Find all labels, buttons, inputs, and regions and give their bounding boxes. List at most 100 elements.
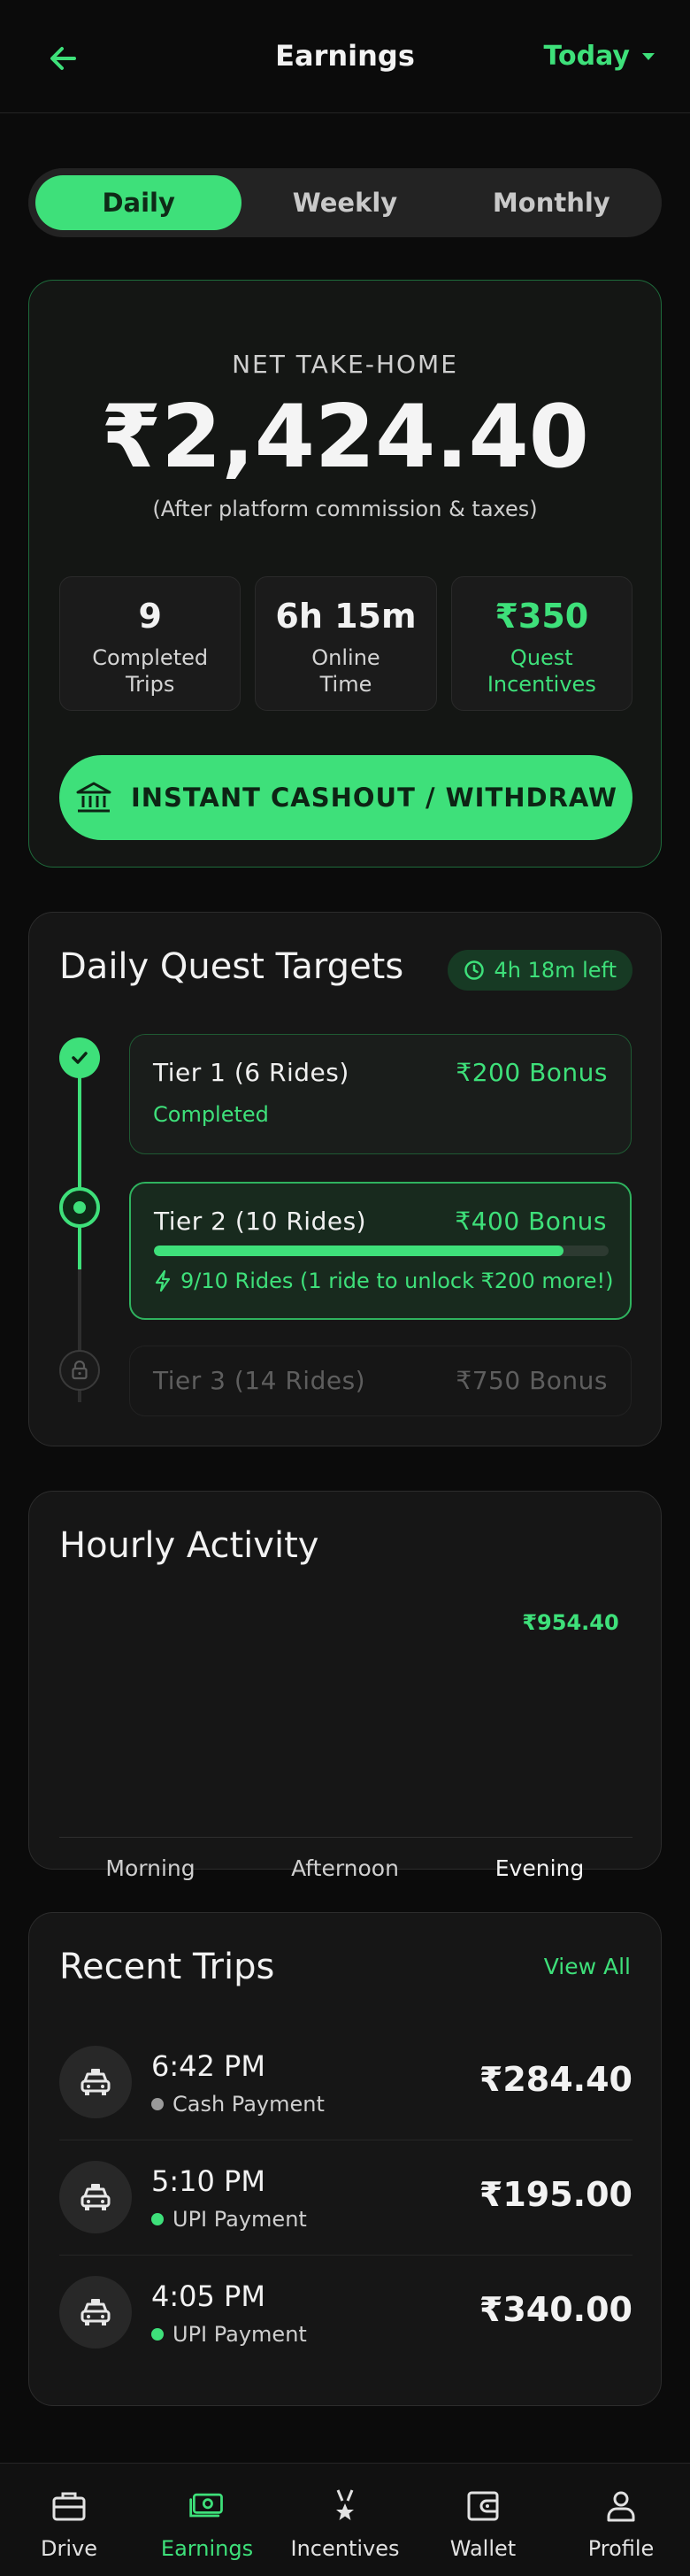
taxi-icon	[59, 2276, 132, 2348]
wallet-icon	[464, 2487, 502, 2526]
tier-name: Tier 2 (10 Rides)	[154, 1207, 367, 1236]
stat-label: Online Time	[256, 644, 435, 698]
payment-method: Cash Payment	[172, 2092, 325, 2117]
tier-bonus: ₹400 Bonus	[455, 1207, 607, 1236]
view-all-link[interactable]: View All	[544, 1954, 631, 1979]
timeline-progress-line	[78, 1071, 81, 1269]
trip-payment: UPI Payment	[151, 2207, 307, 2232]
stat-value: ₹350	[494, 597, 589, 636]
tier-bonus: ₹200 Bonus	[456, 1058, 608, 1087]
hourly-activity-card: Hourly Activity ₹954.40	[28, 1491, 662, 1870]
nav-label: Earnings	[160, 2536, 254, 2561]
summary-stats: 9 Completed Trips 6h 15m Online Time ₹35…	[59, 576, 632, 711]
chevron-down-icon	[642, 52, 655, 60]
trips-title: Recent Trips	[59, 1947, 275, 1987]
nav-label: Profile	[587, 2536, 655, 2561]
medal-icon	[326, 2487, 364, 2526]
tab-daily[interactable]: Daily	[35, 175, 242, 230]
trip-amount: ₹195.00	[479, 2175, 632, 2214]
period-tabs: Daily Weekly Monthly	[28, 168, 662, 237]
tier-status: Completed	[153, 1102, 269, 1127]
tier3-node	[59, 1350, 100, 1391]
hourly-title: Hourly Activity	[59, 1525, 319, 1566]
profile-icon	[602, 2487, 640, 2526]
nav-profile[interactable]: Profile	[552, 2464, 690, 2576]
hour-label-evening: Evening	[494, 1855, 585, 1881]
bank-icon	[76, 782, 111, 813]
bottom-nav: Drive Earnings Incentives Wallet Profile	[0, 2463, 690, 2576]
tier-name: Tier 3 (14 Rides)	[153, 1366, 366, 1395]
trip-time: 5:10 PM	[151, 2164, 265, 2198]
stat-label-line: Incentives	[487, 672, 596, 697]
tier-progress-bar	[154, 1246, 609, 1256]
payment-status-dot	[151, 2213, 164, 2225]
summary-label: NET TAKE-HOME	[232, 350, 458, 379]
payment-method: UPI Payment	[172, 2322, 307, 2347]
time-left-text: 4h 18m left	[494, 958, 617, 983]
payment-method: UPI Payment	[172, 2207, 307, 2232]
taxi-icon	[59, 2046, 132, 2118]
tier-progress-fill	[154, 1246, 564, 1256]
quest-tier-2[interactable]: Tier 2 (10 Rides) ₹400 Bonus 9/10 Rides …	[129, 1182, 632, 1320]
stat-label-line: Trips	[125, 672, 175, 697]
stat-value: 9	[138, 597, 162, 636]
trip-time: 6:42 PM	[151, 2049, 265, 2083]
tab-weekly[interactable]: Weekly	[242, 175, 448, 230]
stat-quest-incentives: ₹350 Quest Incentives	[450, 576, 632, 711]
stat-label: Quest Incentives	[452, 644, 632, 698]
net-amount: ₹2,424.40	[101, 387, 589, 488]
tier-progress-note: 9/10 Rides (1 ride to unlock ₹200 more!)	[154, 1269, 614, 1293]
current-tier-dot	[73, 1201, 86, 1214]
evening-bar-value: ₹954.40	[522, 1610, 619, 1635]
check-icon	[72, 1052, 88, 1064]
trip-amount: ₹340.00	[479, 2290, 632, 2329]
trip-item[interactable]: 4:05 PM UPI Payment ₹340.00	[59, 2255, 632, 2370]
quest-title: Daily Quest Targets	[59, 946, 404, 987]
time-left-badge: 4h 18m left	[448, 950, 632, 991]
trip-payment: UPI Payment	[151, 2322, 307, 2347]
nav-drive[interactable]: Drive	[0, 2464, 138, 2576]
tier-progress-text: 9/10 Rides (1 ride to unlock ₹200 more!)	[180, 1269, 614, 1293]
cashout-label: INSTANT CASHOUT / WITHDRAW	[130, 783, 618, 813]
cash-icon	[188, 2487, 226, 2526]
trip-payment: Cash Payment	[151, 2092, 325, 2117]
tier1-node	[59, 1037, 100, 1078]
trip-amount: ₹284.40	[479, 2060, 632, 2099]
taxi-icon	[59, 2161, 132, 2233]
quest-tier-1[interactable]: Tier 1 (6 Rides) ₹200 Bonus Completed	[129, 1034, 632, 1154]
app-header: Earnings Today	[0, 0, 690, 113]
briefcase-icon	[50, 2487, 88, 2526]
tier-name: Tier 1 (6 Rides)	[153, 1058, 349, 1087]
instant-cashout-button[interactable]: INSTANT CASHOUT / WITHDRAW	[59, 755, 632, 840]
stat-label-line: Time	[319, 672, 372, 697]
nav-incentives[interactable]: Incentives	[276, 2464, 414, 2576]
tab-monthly[interactable]: Monthly	[448, 175, 655, 230]
clock-icon	[464, 960, 485, 980]
nav-label: Drive	[41, 2536, 97, 2561]
chart-baseline	[59, 1837, 632, 1838]
lock-icon	[72, 1360, 88, 1380]
hour-label-afternoon: Afternoon	[291, 1855, 399, 1881]
payment-status-dot	[151, 2098, 164, 2110]
period-dropdown[interactable]: Today	[544, 41, 655, 72]
tier2-node	[59, 1187, 100, 1228]
stat-value: 6h 15m	[275, 597, 417, 636]
hour-label-morning: Morning	[105, 1855, 196, 1881]
stat-online-time: 6h 15m Online Time	[255, 576, 437, 711]
stat-label-line: Completed	[92, 645, 209, 670]
trip-item[interactable]: 6:42 PM Cash Payment ₹284.40	[59, 2025, 632, 2140]
tier-bonus: ₹750 Bonus	[456, 1366, 608, 1395]
summary-note: (After platform commission & taxes)	[152, 497, 538, 521]
trip-item[interactable]: 5:10 PM UPI Payment ₹195.00	[59, 2140, 632, 2255]
stat-label-line: Quest	[510, 645, 573, 670]
nav-label: Wallet	[449, 2536, 517, 2561]
trip-time: 4:05 PM	[151, 2279, 265, 2313]
earnings-summary-card: NET TAKE-HOME ₹2,424.40 (After platform …	[28, 280, 662, 868]
recent-trips-card: Recent Trips View All 6:42 PM Cash Payme…	[28, 1912, 662, 2406]
stat-label-line: Online	[311, 645, 380, 670]
lightning-icon	[155, 1269, 171, 1292]
nav-earnings[interactable]: Earnings	[138, 2464, 276, 2576]
quest-tier-3: Tier 3 (14 Rides) ₹750 Bonus	[129, 1346, 632, 1416]
stat-completed-trips: 9 Completed Trips	[59, 576, 242, 711]
nav-wallet[interactable]: Wallet	[414, 2464, 552, 2576]
